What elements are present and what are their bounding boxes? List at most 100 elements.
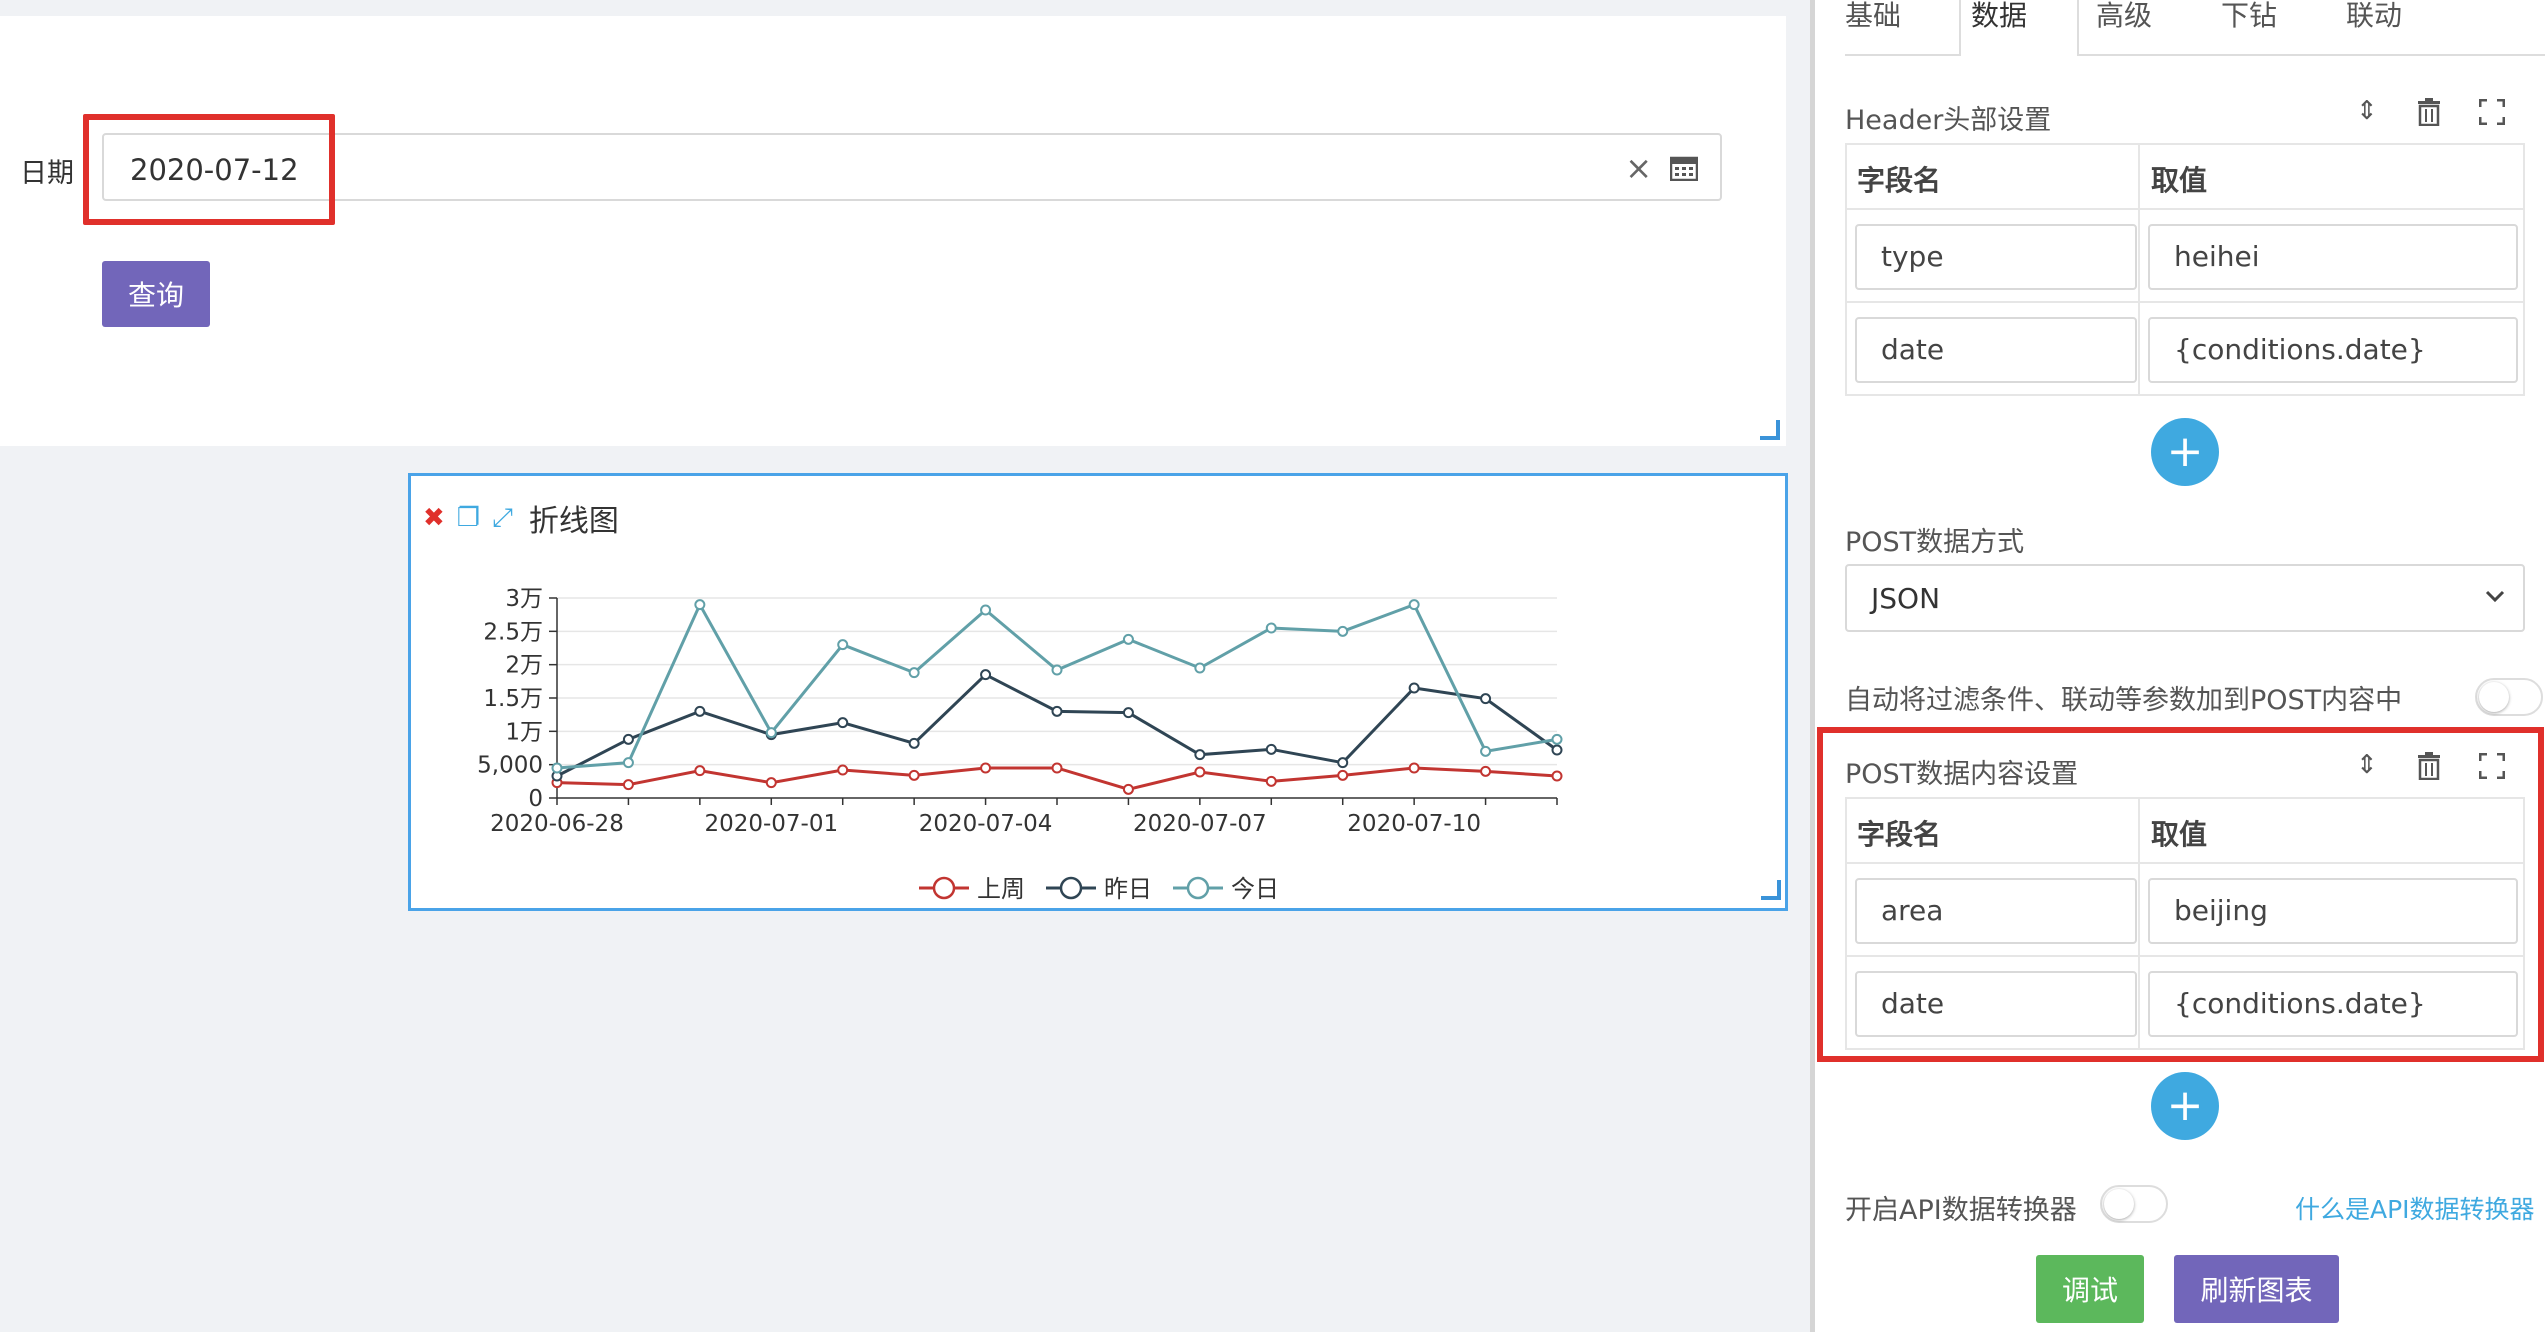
highlight-box-date [83, 114, 335, 225]
trash-icon[interactable] [2417, 98, 2441, 126]
header-field-input[interactable]: date [1855, 317, 2137, 383]
data-point [837, 717, 849, 729]
data-point [1122, 633, 1134, 645]
copy-icon[interactable]: ❐ [457, 503, 480, 533]
calendar-icon[interactable] [1670, 155, 1698, 181]
query-button[interactable]: 查询 [102, 261, 210, 327]
data-point [694, 765, 706, 777]
data-point [1051, 705, 1063, 717]
data-point [765, 777, 777, 789]
header-value-input[interactable]: heihei [2148, 224, 2518, 290]
filter-panel: 日期 2020-07-12 × 查询 [0, 16, 1786, 446]
data-point [1337, 769, 1349, 781]
date-picker-input[interactable]: 2020-07-12 × [102, 133, 1722, 201]
chevron-down-icon [2485, 590, 2505, 603]
add-post-row-button[interactable]: + [2151, 1072, 2219, 1140]
data-point [622, 733, 634, 745]
x-tick-label: 2020-06-28 [490, 811, 624, 837]
post-method-select[interactable]: JSON [1845, 564, 2525, 632]
legend-marker [932, 876, 956, 900]
data-point [1194, 749, 1206, 761]
y-tick-label: 3万 [505, 586, 543, 612]
data-point [1337, 757, 1349, 769]
api-converter-label: 开启API数据转换器 [1845, 1195, 2077, 1226]
header-value-input[interactable]: {conditions.date} [2148, 317, 2518, 383]
post-method-value: JSON [1871, 582, 1941, 615]
column-header-value: 取值 [2151, 164, 2208, 197]
add-header-row-button[interactable]: + [2151, 418, 2219, 486]
data-point [694, 705, 706, 717]
refresh-chart-button[interactable]: 刷新图表 [2174, 1255, 2339, 1323]
chart-title: 折线图 [528, 504, 619, 539]
data-point [694, 599, 706, 611]
expand-icon[interactable]: ⤢ [492, 503, 513, 533]
data-point [765, 727, 777, 739]
y-tick-label: 1万 [505, 719, 543, 745]
data-point [1408, 762, 1420, 774]
data-point [837, 764, 849, 776]
close-icon[interactable]: ✖ [423, 503, 445, 533]
y-tick-label: 0 [528, 786, 543, 812]
data-point [837, 639, 849, 651]
fullscreen-icon[interactable] [2479, 99, 2505, 125]
header-field-input[interactable]: type [1855, 224, 2137, 290]
data-point [1480, 745, 1492, 757]
y-tick-label: 2万 [505, 653, 543, 679]
data-point [1408, 599, 1420, 611]
legend-marker [1059, 876, 1083, 900]
data-point [908, 737, 920, 749]
debug-button[interactable]: 调试 [2036, 1255, 2144, 1323]
data-point [1265, 775, 1277, 787]
x-tick-label: 2020-07-01 [704, 811, 838, 837]
header-table: 字段名 取值 type heihei date {conditions.date… [1845, 143, 2525, 396]
data-point [1480, 693, 1492, 705]
y-tick-label: 2.5万 [483, 619, 543, 645]
api-converter-help-link[interactable]: 什么是API数据转换器 [2295, 1190, 2535, 1226]
chart-header: ✖ ❐ ⤢ 折线图 [423, 498, 619, 539]
data-point [1265, 743, 1277, 755]
data-point [1408, 682, 1420, 694]
tab-data[interactable]: 数据 [1971, 0, 2027, 34]
date-label: 日期 [20, 158, 74, 189]
post-method-label: POST数据方式 [1845, 527, 2025, 558]
y-tick-label: 1.5万 [483, 686, 543, 712]
legend-label: 上周 [977, 875, 1025, 903]
data-point [1551, 770, 1563, 782]
tab-bar-line [1845, 54, 2545, 56]
data-point [622, 779, 634, 791]
data-point [622, 757, 634, 769]
data-point [980, 604, 992, 616]
data-point [1551, 733, 1563, 745]
auto-append-label: 自动将过滤条件、联动等参数加到POST内容中 [1845, 685, 2403, 716]
data-point [551, 762, 563, 774]
data-point [1051, 664, 1063, 676]
tab-drilldown[interactable]: 下钻 [2221, 0, 2277, 34]
data-point [1122, 783, 1134, 795]
series-line [556, 601, 1558, 770]
config-panel: 基础 数据 高级 下钻 联动 Header头部设置 ⇕ 字段名 取值 type … [1815, 0, 2546, 1332]
series-line [556, 672, 1558, 778]
auto-append-toggle[interactable] [2475, 678, 2543, 716]
highlight-box-post [1817, 727, 2544, 1062]
resize-handle[interactable] [1760, 420, 1780, 440]
legend-marker [1186, 876, 1210, 900]
sort-icon[interactable]: ⇕ [2356, 96, 2378, 126]
x-tick-label: 2020-07-04 [919, 811, 1053, 837]
chart-widget: 0 5,000 1万 1.5万 2万 2.5万 3万 2020-06-28 2020-07-01… [408, 473, 1788, 911]
data-point [1051, 762, 1063, 774]
data-point [1265, 622, 1277, 634]
data-point [1480, 765, 1492, 777]
data-point [1551, 744, 1563, 756]
tab-basic[interactable]: 基础 [1845, 0, 1901, 34]
clear-icon[interactable]: × [1625, 149, 1652, 187]
tab-advanced[interactable]: 高级 [2096, 0, 2152, 34]
api-converter-toggle[interactable] [2100, 1185, 2168, 1223]
y-tick-label: 5,000 [477, 753, 543, 779]
legend-label: 今日 [1231, 875, 1279, 903]
resize-handle[interactable] [1761, 880, 1781, 900]
tab-linkage[interactable]: 联动 [2346, 0, 2402, 34]
data-point [1337, 625, 1349, 637]
data-point [1194, 766, 1206, 778]
data-point [980, 669, 992, 681]
data-point [908, 769, 920, 781]
